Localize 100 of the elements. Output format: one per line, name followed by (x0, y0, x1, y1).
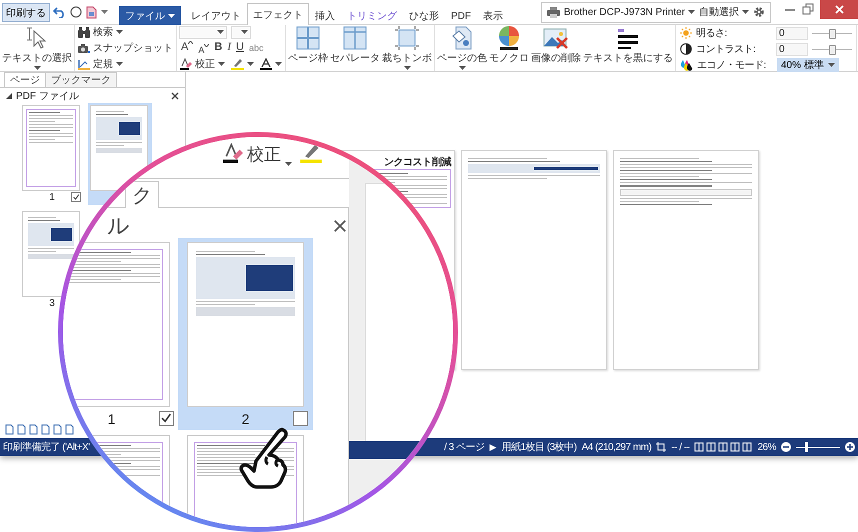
ribbon-button[interactable]: 裁ちトンボ (382, 25, 432, 71)
ink-drops-icon (680, 59, 693, 71)
format-button[interactable]: abc (246, 41, 266, 55)
page-thumbnail[interactable]: 1 (63, 238, 179, 430)
eco-mode-label: エコノ・モード: (697, 59, 767, 72)
ribbon-tab[interactable]: トリミング (341, 6, 403, 25)
contrast-field[interactable]: 0 (776, 42, 808, 56)
caret-icon (218, 62, 225, 66)
caret-down-icon (204, 44, 210, 47)
ribbon-button[interactable]: 画像の削除 (531, 25, 581, 71)
page-count: / 3 ページ (444, 441, 484, 454)
crop-marks-icon (395, 26, 419, 50)
format-button[interactable]: I (225, 41, 233, 55)
ribbon-button[interactable]: ページ枠 (288, 25, 328, 71)
printer-selector[interactable]: Brother DCP-J973N Printer 自動選択 (540, 2, 771, 22)
page-thumbnail[interactable]: 2 (178, 238, 313, 430)
ribbon-tab[interactable]: ひな形 (403, 6, 445, 25)
proof-button[interactable]: 校正 (223, 143, 322, 171)
format-button[interactable]: B (212, 41, 224, 55)
zoom-out-icon[interactable] (781, 442, 791, 452)
sheet-info: 用紙1枚目 (3枚中) (502, 440, 577, 454)
page-add-icon[interactable] (5, 424, 14, 435)
format-button[interactable]: A (196, 41, 212, 55)
ribbon-button[interactable]: スナップショット (77, 41, 174, 55)
status-message: 印刷準備完了 ('Alt+X' (3, 440, 90, 454)
caret-icon (828, 63, 835, 67)
page-next-icon[interactable] (29, 424, 38, 435)
ribbon-button[interactable]: モノクロ (489, 25, 529, 71)
checkmark-icon (72, 194, 80, 200)
page-number: 1 (108, 410, 116, 426)
printer-name[interactable]: Brother DCP-J973N Printer (564, 6, 695, 18)
print-button[interactable]: 印刷する (2, 2, 50, 22)
pdf-file-icon[interactable] (86, 6, 97, 18)
corner-icon[interactable] (656, 442, 666, 452)
ribbon-button[interactable]: テキストの選択 (2, 25, 72, 71)
settings-icon[interactable] (753, 6, 765, 18)
page-thumbnail[interactable]: 1 (20, 103, 84, 205)
page-heading: ンクコスト削減 (384, 156, 451, 169)
text-lines-icon (616, 26, 640, 50)
slider-thumb[interactable] (829, 45, 836, 55)
checkbox[interactable] (293, 411, 308, 426)
close-button[interactable] (820, 0, 858, 19)
rotate-icon[interactable] (41, 424, 50, 435)
panel-tab[interactable]: ブックマーク (45, 72, 117, 87)
paper-size: A4 (210,297 mm) (582, 442, 652, 452)
ribbon-tab[interactable]: PDF (445, 6, 477, 25)
rotate-right-icon[interactable] (65, 424, 74, 435)
slider-thumb[interactable] (829, 29, 836, 39)
grid-view-icon[interactable] (742, 442, 752, 452)
close-icon[interactable] (171, 92, 179, 100)
camera-icon (78, 42, 90, 54)
columns-view-icon[interactable] (730, 442, 740, 452)
ribbon-button[interactable]: セパレータ (330, 25, 380, 71)
panel-tab[interactable]: ページ (4, 72, 46, 87)
ribbon-button[interactable]: テキストを黒にする (583, 25, 673, 71)
single-page-icon[interactable] (706, 442, 716, 452)
checkbox[interactable] (159, 411, 174, 426)
zoom-thumb[interactable] (805, 442, 808, 452)
paper-source[interactable]: 自動選択 (699, 5, 749, 19)
caret-icon (247, 62, 254, 66)
contrast-icon (680, 43, 692, 55)
ribbon-tab[interactable]: 表示 (477, 6, 509, 25)
page-number: 3 (49, 298, 55, 308)
highlight-button[interactable] (230, 57, 255, 71)
ribbon-tab[interactable]: 挿入 (309, 6, 341, 25)
close-icon[interactable] (333, 219, 347, 233)
panel-tab[interactable]: ク (125, 181, 159, 208)
sun-icon (680, 27, 692, 39)
next-page-button[interactable]: ▶ (490, 442, 496, 452)
caret-icon (116, 30, 123, 34)
color-wheel-icon (497, 26, 521, 50)
brightness-field[interactable]: 0 (776, 26, 808, 40)
page-prev-icon[interactable] (17, 424, 26, 435)
eco-mode-dropdown[interactable]: 40% 標準 (777, 58, 839, 72)
ribbon-button[interactable]: 定規 (77, 57, 174, 71)
circle-icon[interactable] (70, 6, 82, 18)
proof-button[interactable]: 校正 (179, 57, 226, 71)
grid-icon (296, 26, 320, 50)
pointing-hand-icon (239, 427, 291, 491)
two-page-icon[interactable] (718, 442, 728, 452)
ribbon-button[interactable]: ページの色 (437, 25, 487, 71)
ruler-icon (78, 58, 90, 70)
ribbon-button[interactable]: 検索 (77, 25, 174, 39)
ribbon-tab[interactable]: ファイル (119, 6, 181, 25)
pen-eraser-icon (223, 143, 243, 163)
zoom-in-icon[interactable] (845, 442, 855, 452)
checkbox[interactable] (71, 192, 81, 202)
size-field[interactable] (231, 26, 251, 38)
font-color-button[interactable] (259, 57, 283, 71)
binoculars-icon (78, 26, 90, 38)
format-button[interactable]: U (234, 41, 246, 55)
format-button[interactable]: A (179, 41, 196, 55)
font-field[interactable] (179, 26, 227, 38)
ribbon-tab[interactable]: エフェクト (247, 3, 309, 25)
caret-icon (688, 10, 695, 14)
book-view-icon[interactable] (694, 442, 704, 452)
panel-title: PDF ファイル (16, 90, 80, 102)
expand-icon[interactable] (6, 92, 12, 98)
undo-icon[interactable] (53, 6, 66, 18)
ribbon-tab[interactable]: レイアウト (185, 6, 247, 25)
